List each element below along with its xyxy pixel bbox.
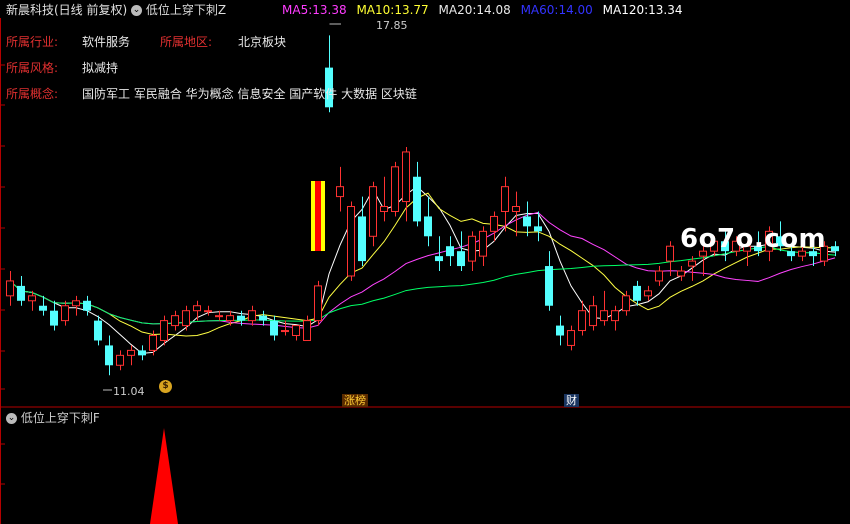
candle-body-up	[193, 305, 201, 312]
candle-body-up	[644, 290, 652, 297]
sub-indicator-name: 低位上穿下刺F	[20, 411, 100, 425]
candle-body-up	[655, 270, 663, 282]
style-label: 所属风格:	[6, 61, 59, 75]
industry-value: 软件服务	[82, 35, 131, 49]
concept-label: 所属概念:	[6, 87, 59, 101]
chevron-down-icon[interactable]: ⌄	[131, 5, 142, 16]
candle-body-down	[457, 251, 465, 267]
signal-bar-inner	[315, 181, 321, 251]
chevron-down-icon[interactable]: ⌄	[6, 413, 17, 424]
ma60-line	[9, 246, 836, 325]
candle-body-up	[226, 315, 234, 322]
candle-body-up	[182, 310, 190, 327]
candle-body-down	[545, 266, 553, 306]
high-price-label: 17.85	[376, 19, 408, 32]
candle-body-up	[6, 280, 14, 297]
candle-body-up	[490, 215, 498, 232]
moving-average-lines	[9, 186, 836, 354]
candle-body-up	[391, 166, 399, 212]
indicator-selector[interactable]: ⌄ 低位上穿下刺Z	[131, 2, 226, 18]
candle-body-down	[138, 350, 146, 356]
candle-body-down	[259, 315, 267, 321]
candle-body-down	[358, 216, 366, 262]
money-bag-icon[interactable]: $	[159, 380, 172, 393]
signal-spike	[150, 428, 178, 524]
ma5-line	[9, 186, 836, 354]
watermark-text: 6o7o.com	[680, 224, 827, 254]
candle-body-up	[248, 310, 256, 322]
candle-body-up	[292, 325, 300, 337]
ma5-value: MA5:13.38	[282, 3, 347, 17]
candle-body-up	[611, 310, 619, 322]
candle-body-up	[116, 354, 124, 366]
candle-body-up	[666, 245, 674, 262]
limit-up-tag[interactable]: 涨榜	[342, 394, 368, 407]
candle-body-up	[567, 330, 575, 346]
candle-body-up	[204, 310, 212, 313]
candle-body-up	[160, 320, 168, 341]
candle-body-down	[831, 246, 839, 252]
candle-body-down	[39, 305, 47, 311]
candle-body-down	[83, 300, 91, 311]
candle-body-up	[688, 260, 696, 267]
candle-body-down	[413, 176, 421, 222]
candle-body-up	[127, 349, 135, 356]
sub-indicator-selector[interactable]: ⌄ 低位上穿下刺F	[6, 409, 100, 426]
candle-body-up	[171, 315, 179, 327]
candle-body-up	[402, 151, 410, 203]
candle-body-down	[424, 216, 432, 237]
ma-legend: MA5:13.38 MA10:13.77 MA20:14.08 MA60:14.…	[282, 2, 683, 18]
candle-body-down	[105, 345, 113, 366]
stock-title: 新晨科技(日线 前复权)	[6, 3, 128, 17]
kline-chart[interactable]	[0, 0, 850, 524]
candle-body-down	[50, 310, 58, 326]
industry-label: 所属行业:	[6, 35, 59, 49]
candle-body-up	[589, 305, 597, 327]
low-price-label: 11.04	[113, 385, 145, 398]
candle-body-down	[446, 246, 454, 257]
candle-body-down	[17, 285, 25, 301]
candle-body-down	[633, 285, 641, 301]
concept-value: 国防军工 军民融合 华为概念 信息安全 国产软件 大数据 区块链	[82, 87, 417, 101]
ma10-value: MA10:13.77	[356, 3, 429, 17]
candle-body-up	[369, 186, 377, 237]
candle-body-up	[578, 310, 586, 332]
candle-body-up	[380, 206, 388, 212]
style-value: 拟减持	[82, 61, 119, 75]
candle-body-up	[28, 295, 36, 302]
candle-body-up	[72, 300, 80, 307]
candle-body-up	[347, 206, 355, 277]
candle-body-down	[435, 256, 443, 262]
candle-body-up	[677, 270, 685, 277]
ma20-value: MA20:14.08	[438, 3, 511, 17]
candle-body-up	[303, 320, 311, 341]
candle-body-up	[501, 186, 509, 212]
candle-body-up	[468, 235, 476, 262]
candle-body-up	[149, 335, 157, 351]
finance-tag[interactable]: 财	[564, 394, 579, 407]
candle-body-up	[61, 305, 69, 322]
candle-body-up	[600, 310, 608, 322]
candle-body-up	[512, 206, 520, 212]
ma120-value: MA120:13.34	[602, 3, 683, 17]
candle-body-up	[314, 285, 322, 322]
candle-body-down	[237, 315, 245, 321]
candle-body-up	[336, 186, 344, 198]
candle-body-up	[479, 230, 487, 257]
indicator-name: 低位上穿下刺Z	[145, 3, 227, 17]
region-label: 所属地区:	[160, 35, 213, 49]
candle-body-down	[270, 320, 278, 336]
candle-body-down	[556, 325, 564, 336]
candle-body-down	[94, 320, 102, 341]
candle-body-up	[215, 315, 223, 318]
region-value: 北京板块	[238, 35, 287, 49]
ma60-value: MA60:14.00	[520, 3, 593, 17]
candle-body-down	[534, 226, 542, 232]
candle-body-down	[523, 216, 531, 227]
candle-body-up	[622, 295, 630, 312]
ma10-line	[9, 192, 835, 337]
candle-body-up	[281, 330, 289, 333]
